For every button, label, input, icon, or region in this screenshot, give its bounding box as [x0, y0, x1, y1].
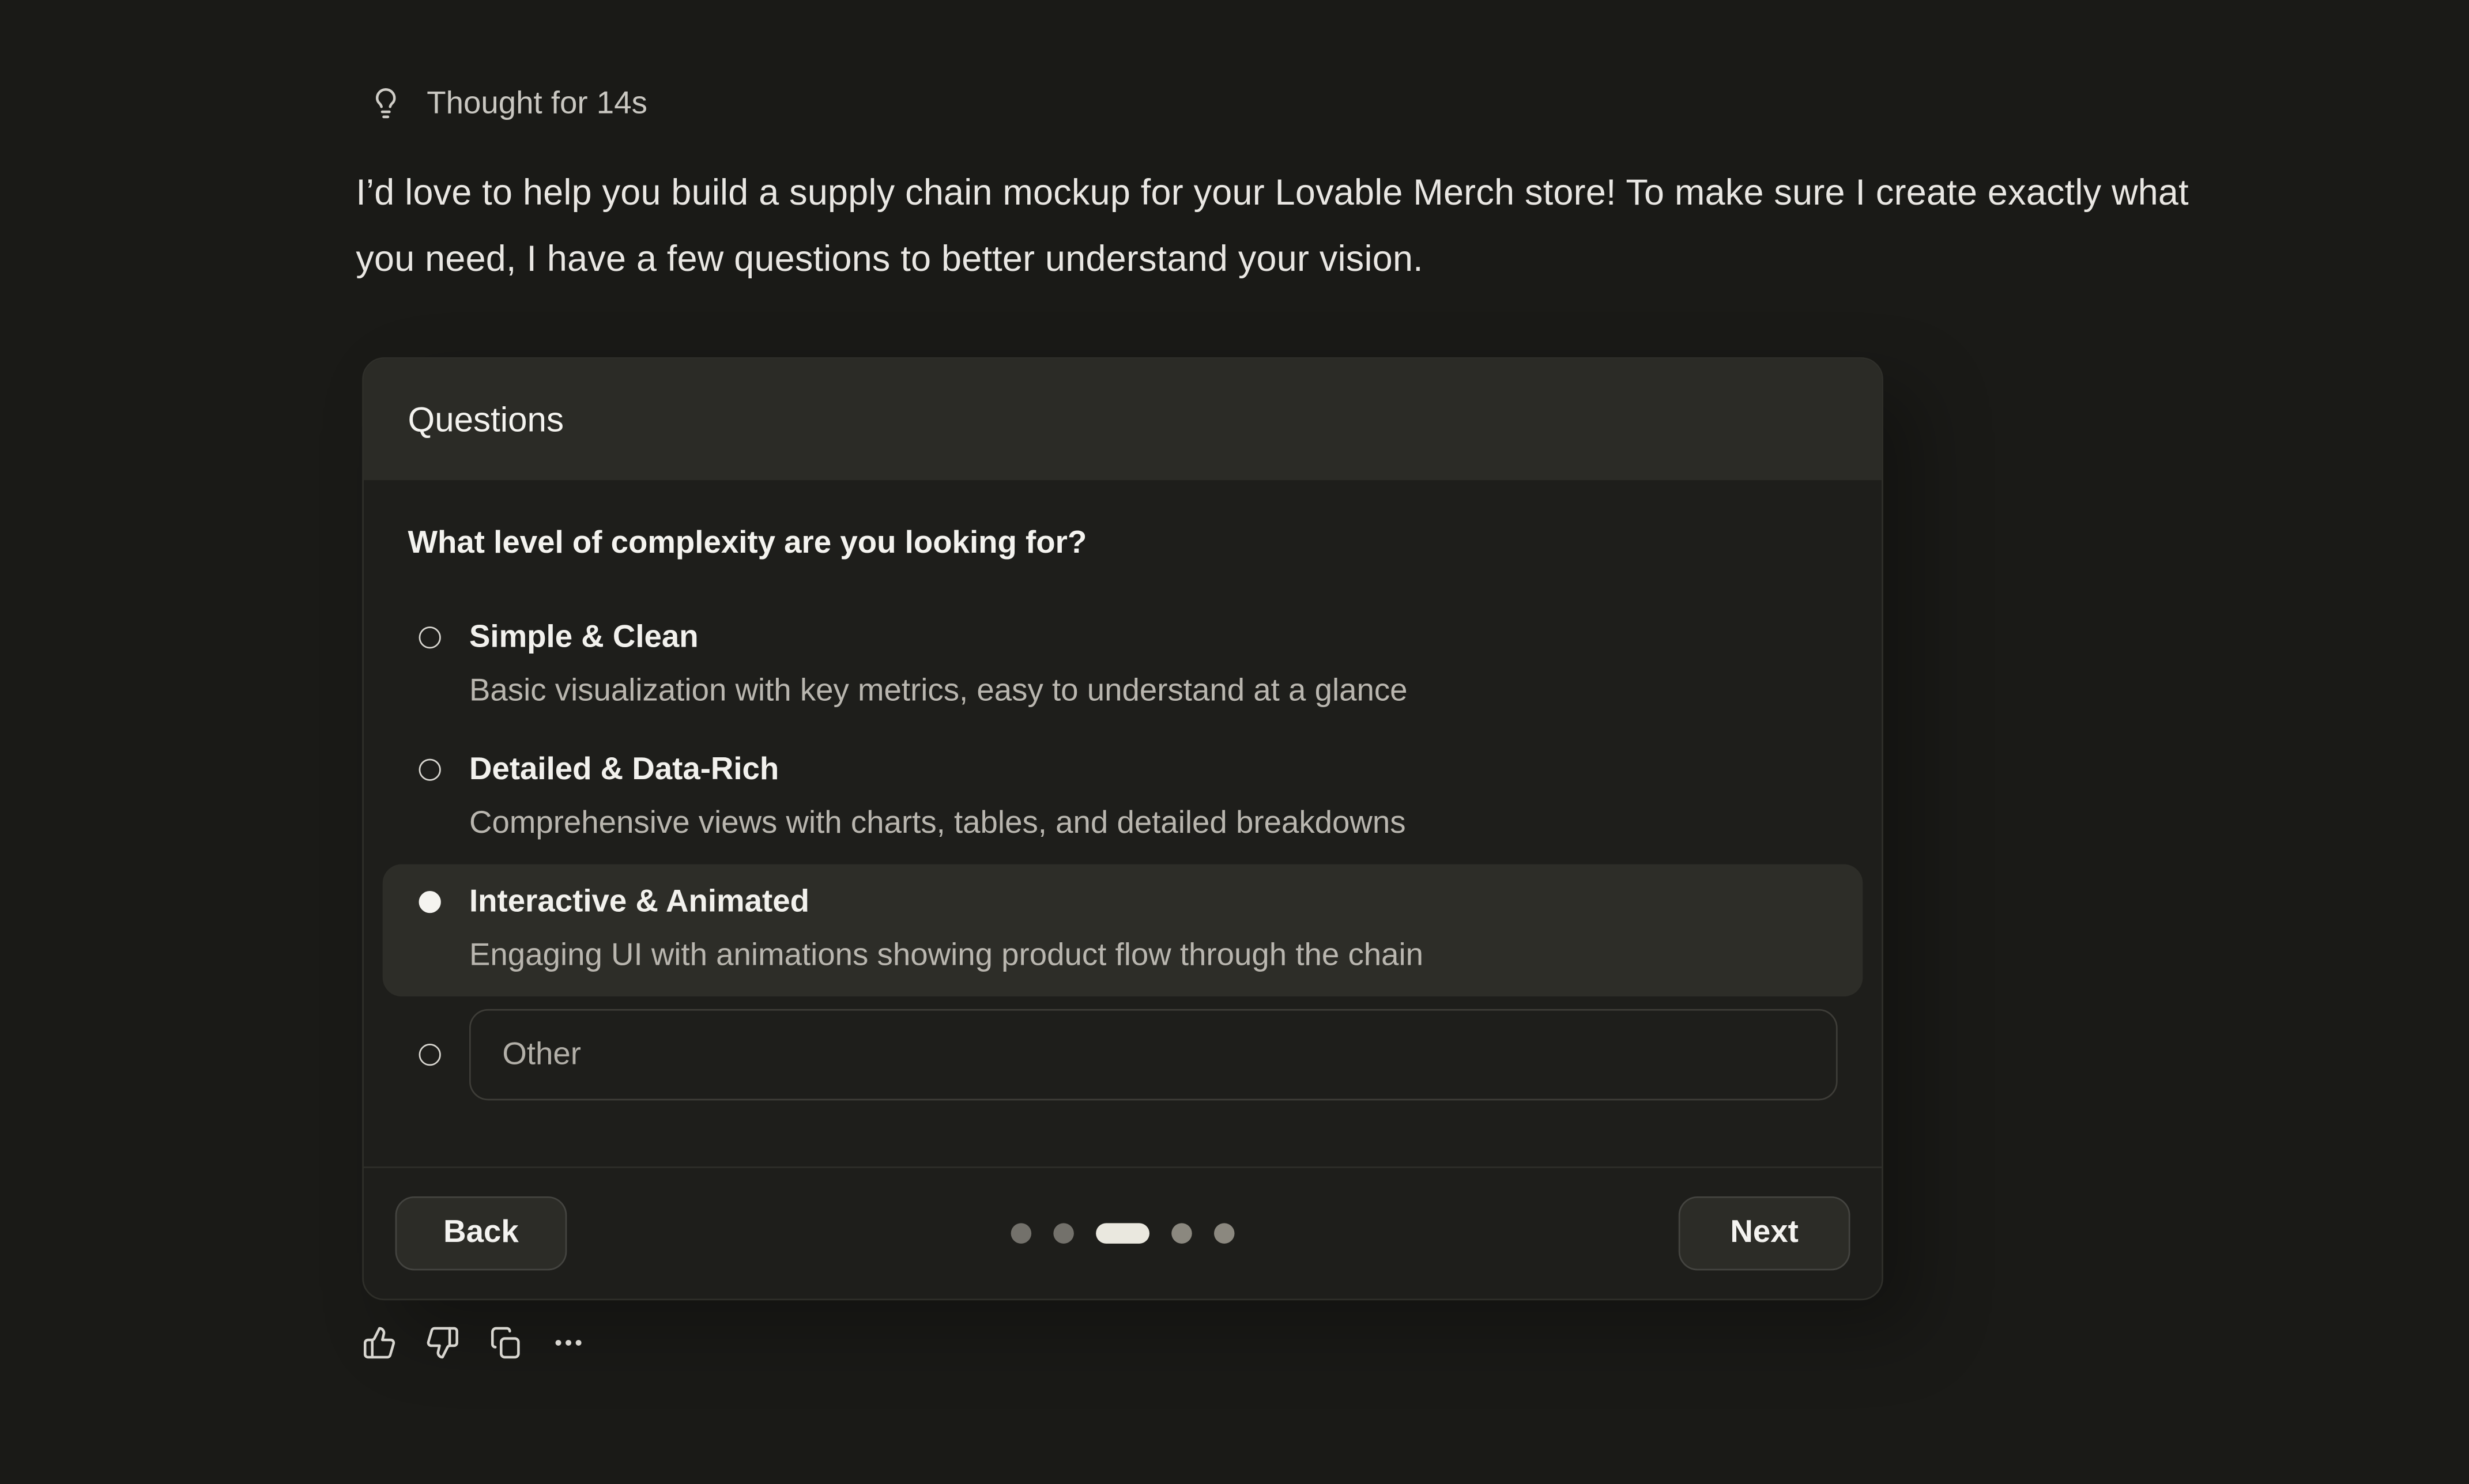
thumbs-up-icon [362, 1326, 397, 1360]
other-input[interactable] [469, 1009, 1838, 1100]
back-button[interactable]: Back [395, 1196, 567, 1270]
radio-unselected-icon[interactable] [419, 1044, 441, 1066]
assistant-message-text: I’d love to help you build a supply chai… [356, 159, 2206, 291]
questions-card-footer: Back Next [364, 1166, 1882, 1298]
pagination-dots [1011, 1223, 1235, 1244]
option-description: Engaging UI with animations showing prod… [469, 934, 1423, 977]
pagination-dot-active[interactable] [1096, 1223, 1149, 1244]
questions-card-header: Questions [364, 359, 1882, 480]
more-options-button[interactable] [542, 1316, 595, 1370]
pagination-dot[interactable] [1214, 1223, 1235, 1244]
option-title: Simple & Clean [469, 615, 1408, 659]
thumbs-down-icon [425, 1326, 460, 1360]
message-actions [353, 1316, 595, 1370]
pagination-dot[interactable] [1171, 1223, 1192, 1244]
questions-card-body: What level of complexity are you looking… [364, 480, 1882, 1132]
option-description: Comprehensive views with charts, tables,… [469, 801, 1406, 845]
next-button[interactable]: Next [1679, 1196, 1850, 1270]
questions-card: Questions What level of complexity are y… [362, 357, 1883, 1300]
option-detailed-data-rich[interactable]: Detailed & Data-Rich Comprehensive views… [383, 732, 1863, 864]
copy-icon [488, 1326, 523, 1360]
pagination-dot[interactable] [1053, 1223, 1074, 1244]
lightbulb-icon [368, 86, 403, 121]
thumbs-up-button[interactable] [353, 1316, 406, 1370]
option-title: Detailed & Data-Rich [469, 747, 1406, 791]
question-text: What level of complexity are you looking… [408, 521, 1837, 565]
option-other[interactable] [383, 996, 1863, 1100]
chat-message-region: Thought for 14s I’d love to help you bui… [0, 0, 2469, 1484]
card-title: Questions [408, 399, 564, 440]
option-text: Interactive & Animated Engaging UI with … [469, 880, 1423, 977]
radio-selected-icon[interactable] [419, 891, 441, 913]
more-options-icon [551, 1326, 586, 1360]
radio-unselected-icon[interactable] [419, 759, 441, 781]
option-simple-clean[interactable]: Simple & Clean Basic visualization with … [383, 600, 1863, 732]
radio-unselected-icon[interactable] [419, 626, 441, 648]
option-description: Basic visualization with key metrics, ea… [469, 669, 1408, 713]
option-interactive-animated[interactable]: Interactive & Animated Engaging UI with … [383, 864, 1863, 996]
option-text: Simple & Clean Basic visualization with … [469, 615, 1408, 713]
option-text: Detailed & Data-Rich Comprehensive views… [469, 747, 1406, 845]
option-title: Interactive & Animated [469, 880, 1423, 924]
thumbs-down-button[interactable] [416, 1316, 469, 1370]
thought-label: Thought for 14s [427, 85, 647, 123]
pagination-dot[interactable] [1011, 1223, 1032, 1244]
thought-toggle[interactable]: Thought for 14s [368, 85, 647, 123]
copy-button[interactable] [478, 1316, 532, 1370]
